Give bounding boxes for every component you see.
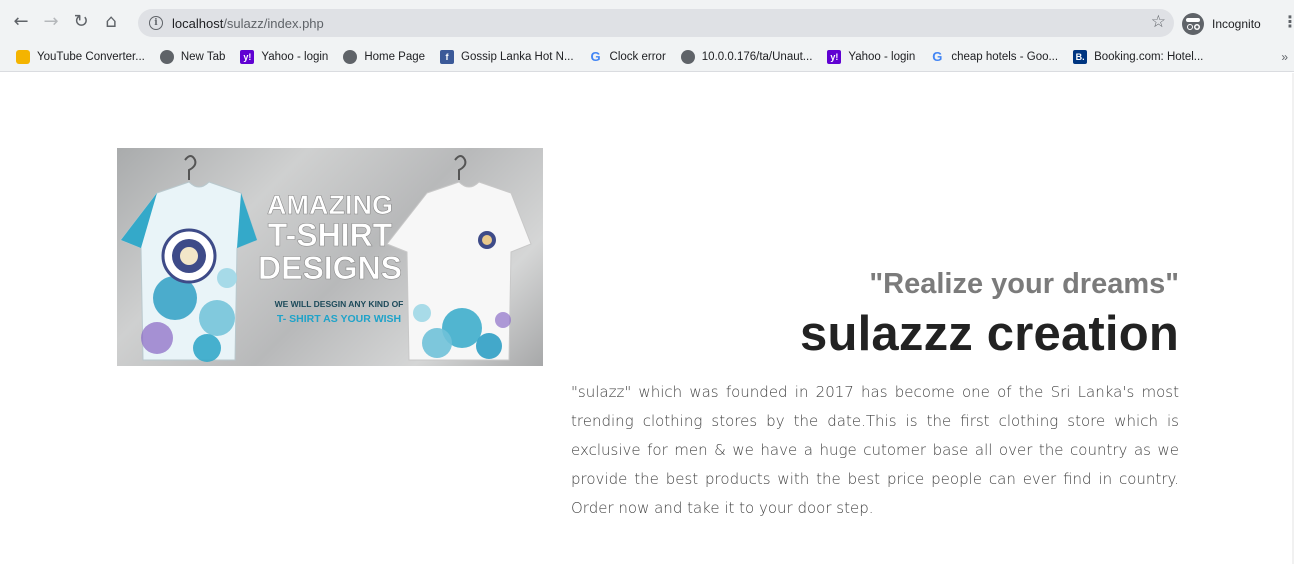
more-bookmarks-icon[interactable]: » xyxy=(1281,50,1288,64)
back-arrow-icon[interactable]: ← xyxy=(8,8,34,34)
facebook-icon: f xyxy=(440,49,455,64)
bookmark-item[interactable]: Home Page xyxy=(343,49,426,64)
bookmark-label: Clock error xyxy=(609,50,666,63)
bookmark-item[interactable]: G Clock error xyxy=(589,49,666,64)
more-menu-icon[interactable]: ⋮ xyxy=(1282,12,1294,31)
info-icon[interactable]: i xyxy=(149,16,163,30)
incognito-indicator[interactable]: Incognito xyxy=(1182,13,1261,35)
bookmark-label: cheap hotels - Goo... xyxy=(951,50,1059,63)
about-paragraph: "sulazz" which was founded in 2017 has b… xyxy=(571,383,1179,517)
tshirt-illustration: AMAZING T-SHIRT DESIGNS WE WILL DESGIN A… xyxy=(120,155,532,362)
bookmark-item[interactable]: y! Yahoo - login xyxy=(240,49,329,64)
youtube-converter-icon xyxy=(16,49,30,64)
banner-subline-2: T- SHIRT AS YOUR WISH xyxy=(277,313,401,325)
bookmark-label: 10.0.0.176/ta/Unaut... xyxy=(701,50,813,63)
tshirt-banner-image: AMAZING T-SHIRT DESIGNS WE WILL DESGIN A… xyxy=(117,148,543,366)
bookmark-label: New Tab xyxy=(180,50,226,63)
bookmark-item[interactable]: YouTube Converter... xyxy=(16,49,145,64)
banner-subline-1: WE WILL DESGIN ANY KIND OF xyxy=(275,299,404,309)
yahoo-icon: y! xyxy=(240,49,255,64)
booking-icon: B. xyxy=(1073,49,1088,64)
yahoo-icon: y! xyxy=(827,49,842,64)
globe-icon xyxy=(680,49,695,64)
bookmark-item[interactable]: 10.0.0.176/ta/Unaut... xyxy=(680,49,813,64)
bookmark-star-icon[interactable]: ☆ xyxy=(1151,12,1166,32)
bookmark-label: Home Page xyxy=(364,50,426,63)
google-icon: G xyxy=(932,49,943,64)
bookmark-item[interactable]: B. Booking.com: Hotel... xyxy=(1073,49,1204,64)
hanger-icon xyxy=(184,155,197,180)
hanger-icon xyxy=(454,155,467,180)
bookmark-label: Yahoo - login xyxy=(848,50,916,63)
bookmark-label: Booking.com: Hotel... xyxy=(1094,50,1204,63)
brand-title: sulazzz creation xyxy=(800,307,1179,361)
url-host: localhost xyxy=(172,15,224,31)
bookmark-item[interactable]: New Tab xyxy=(159,49,226,64)
home-icon[interactable]: ⌂ xyxy=(98,8,124,34)
globe-icon xyxy=(159,49,174,64)
reload-icon[interactable]: ↻ xyxy=(68,8,94,34)
address-bar[interactable]: i localhost/sulazz/index.php ☆ xyxy=(138,9,1174,37)
banner-line-3: DESIGNS xyxy=(258,250,402,286)
banner-line-1: AMAZING xyxy=(267,190,393,220)
bookmark-item[interactable]: G cheap hotels - Goo... xyxy=(930,49,1059,64)
url-text[interactable]: localhost/sulazz/index.php xyxy=(172,16,324,31)
bookmark-item[interactable]: f Gossip Lanka Hot N... xyxy=(440,49,574,64)
bookmark-item[interactable]: y! Yahoo - login xyxy=(827,49,916,64)
incognito-label: Incognito xyxy=(1212,17,1261,31)
tagline: "Realize your dreams" xyxy=(869,268,1179,300)
banner-line-2: T-SHIRT xyxy=(268,217,393,253)
browser-toolbar: ← → ↻ ⌂ i localhost/sulazz/index.php ☆ I… xyxy=(0,0,1294,42)
bookmark-label: YouTube Converter... xyxy=(37,50,145,63)
bookmark-label: Gossip Lanka Hot N... xyxy=(461,50,574,63)
bookmarks-bar: YouTube Converter... New Tab y! Yahoo - … xyxy=(0,42,1294,72)
incognito-icon xyxy=(1182,13,1204,35)
bookmark-label: Yahoo - login xyxy=(261,50,329,63)
forward-arrow-icon[interactable]: → xyxy=(38,8,64,34)
globe-icon xyxy=(343,49,358,64)
url-path: /sulazz/index.php xyxy=(223,15,324,31)
google-icon: G xyxy=(590,49,601,64)
